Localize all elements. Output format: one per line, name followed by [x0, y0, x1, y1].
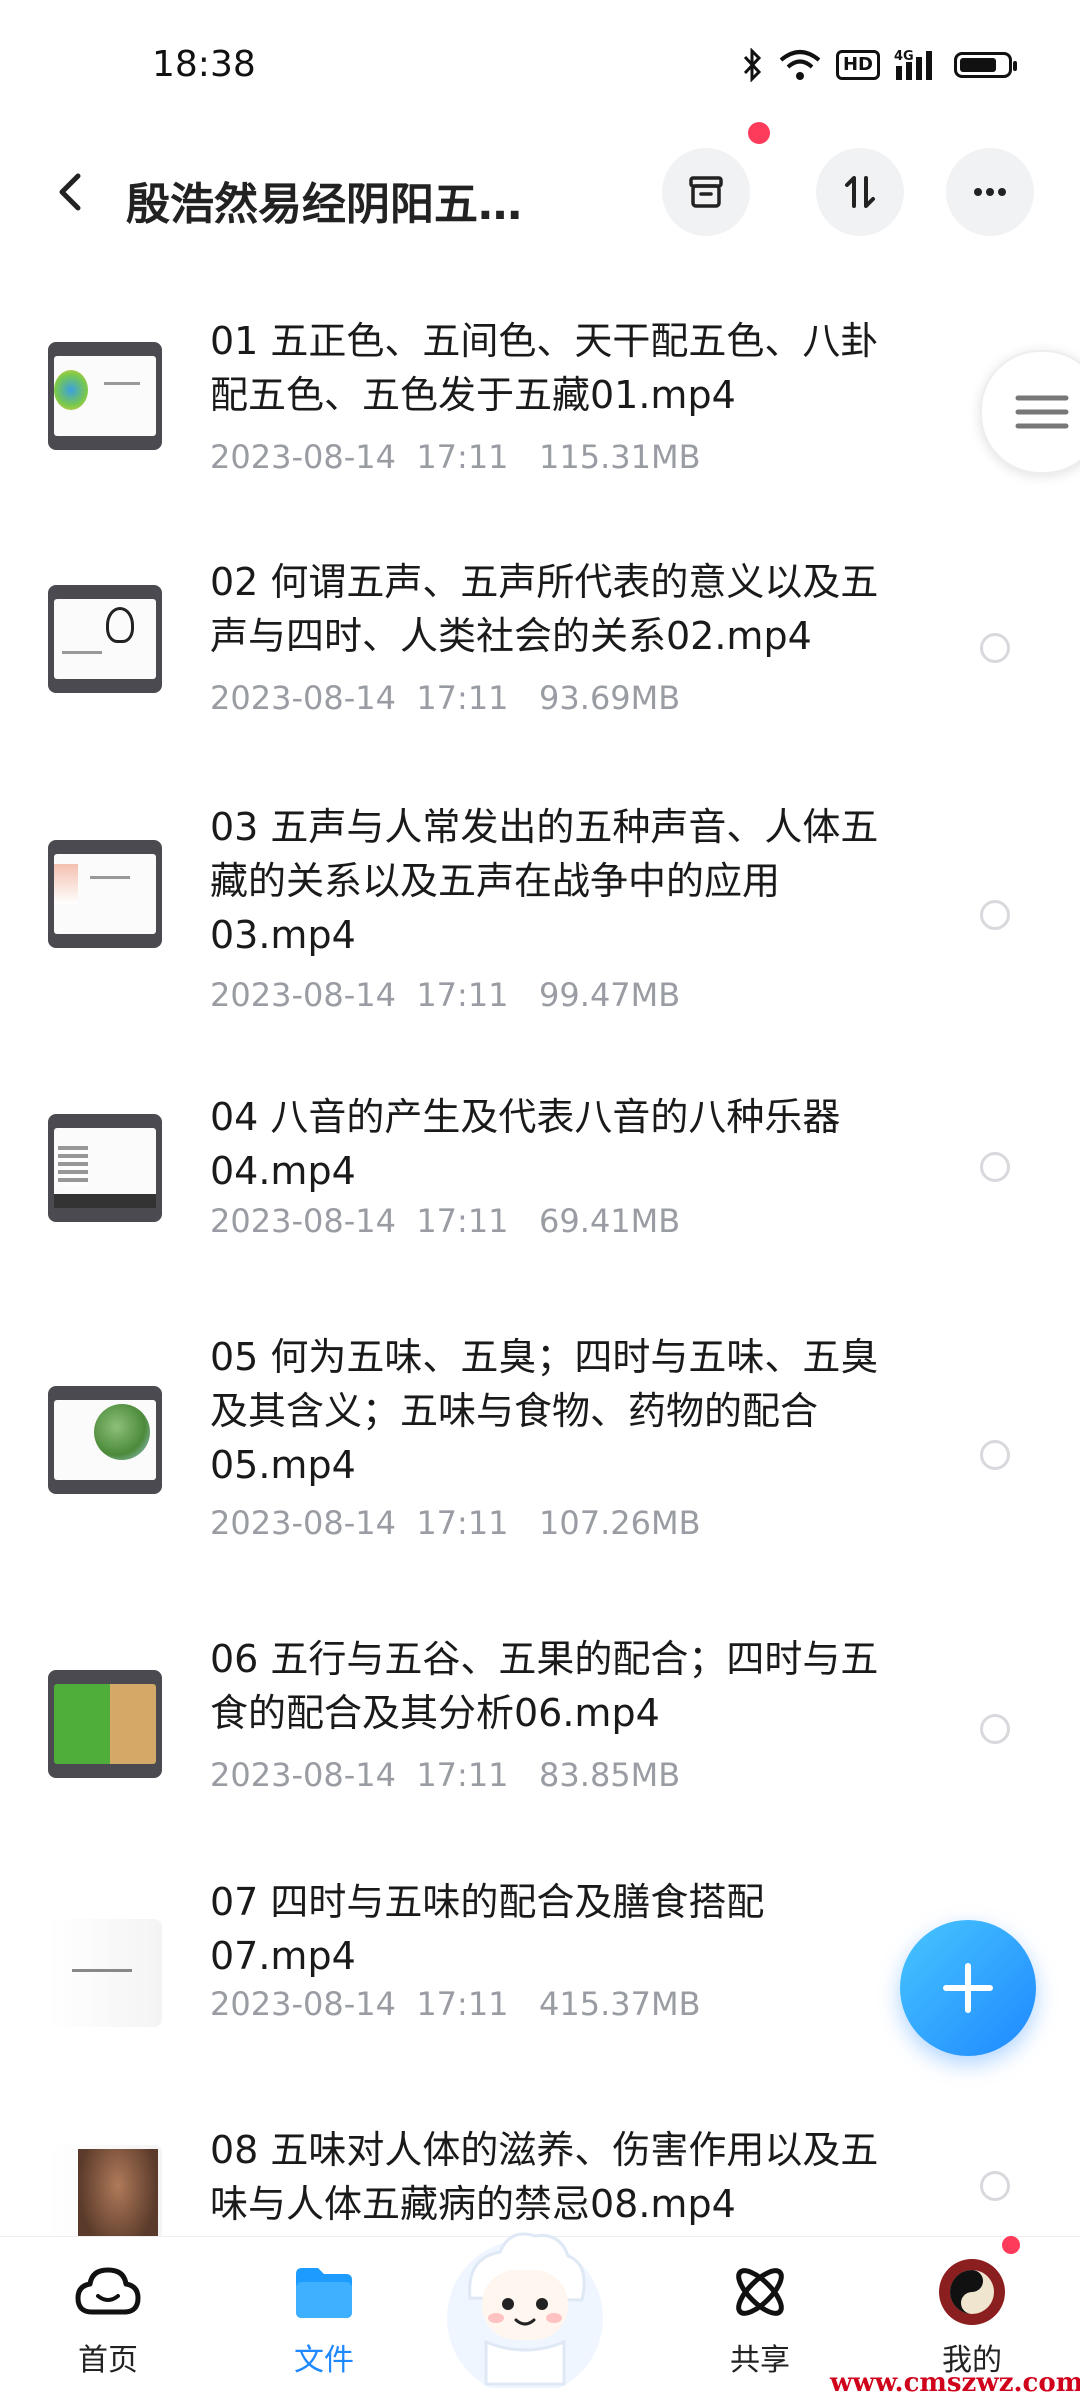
nav-share[interactable]: 共享 [680, 2257, 840, 2379]
nav-me[interactable]: 我的 [892, 2257, 1052, 2379]
archive-button[interactable] [662, 148, 750, 236]
nav-files[interactable]: 文件 [244, 2257, 404, 2379]
video-thumbnail [48, 1114, 162, 1222]
wifi-icon [778, 48, 822, 82]
file-row[interactable]: 03 五声与人常发出的五种声音、人体五藏的关系以及五声在战争中的应用03.mp4… [0, 780, 1080, 1078]
more-button[interactable] [946, 148, 1034, 236]
video-thumbnail [48, 1670, 162, 1778]
top-header: 殷浩然易经阴阳五… [0, 140, 1080, 270]
profile-badge [1002, 2236, 1020, 2254]
file-row[interactable]: 01 五正色、五间色、天干配五色、八卦配五色、五色发于五藏01.mp4 2023… [0, 290, 1080, 535]
hd-icon: HD [835, 50, 880, 80]
nav-home[interactable]: 首页 [28, 2257, 188, 2379]
cloud-home-icon [75, 2267, 141, 2315]
select-radio[interactable] [980, 1440, 1010, 1470]
video-thumbnail [48, 342, 162, 450]
file-meta: 2023-08-14 17:11 115.31MB [210, 438, 701, 476]
folder-icon [296, 2268, 352, 2318]
svg-text:4G: 4G [894, 49, 914, 64]
file-name: 07 四时与五味的配合及膳食搭配07.mp4 [210, 1880, 765, 1978]
nav-label: 文件 [294, 2343, 354, 2378]
video-thumbnail [48, 1919, 162, 2027]
file-row[interactable]: 04 八音的产生及代表八音的八种乐器04.mp4 2023-08-14 17:1… [0, 1078, 1080, 1318]
status-time: 18:38 [152, 44, 256, 85]
more-icon [974, 188, 1006, 196]
signal-4g-icon: 4G [894, 48, 940, 82]
archive-icon [689, 176, 723, 208]
file-meta: 2023-08-14 17:11 93.69MB [210, 679, 681, 717]
watermark-text: www.cmszwz.com [830, 2368, 1080, 2398]
nav-label: 共享 [730, 2343, 790, 2378]
video-thumbnail [48, 840, 162, 948]
select-radio[interactable] [980, 2171, 1010, 2201]
file-row[interactable]: 06 五行与五谷、五果的配合；四时与五食的配合及其分析06.mp4 2023-0… [0, 1618, 1080, 1863]
sort-icon [845, 176, 875, 208]
mascot-icon [447, 2232, 603, 2396]
status-icons: HD 4G [742, 48, 1017, 82]
file-name: 01 五正色、五间色、天干配五色、八卦配五色、五色发于五藏01.mp4 [210, 319, 879, 417]
file-name: 05 何为五味、五臭；四时与五味、五臭及其含义；五味与食物、药物的配合05.mp… [210, 1335, 879, 1487]
file-meta: 2023-08-14 17:11 107.26MB [210, 1504, 701, 1542]
file-row[interactable]: 02 何谓五声、五声所代表的意义以及五声与四时、人类社会的关系02.mp4 20… [0, 535, 1080, 780]
file-meta: 2023-08-14 17:11 99.47MB [210, 976, 681, 1014]
video-thumbnail [48, 585, 162, 693]
sort-button[interactable] [816, 148, 904, 236]
plus-icon [943, 1963, 993, 2013]
file-meta: 2023-08-14 17:11 83.85MB [210, 1756, 681, 1794]
file-name: 02 何谓五声、五声所代表的意义以及五声与四时、人类社会的关系02.mp4 [210, 560, 879, 658]
battery-icon [954, 52, 1017, 78]
share-atom-icon [736, 2268, 784, 2316]
video-thumbnail [48, 1386, 162, 1494]
nav-label: 首页 [78, 2343, 138, 2378]
file-meta: 2023-08-14 17:11 69.41MB [210, 1202, 681, 1240]
back-button[interactable] [40, 162, 100, 222]
select-radio[interactable] [980, 633, 1010, 663]
file-name: 04 八音的产生及代表八音的八种乐器04.mp4 [210, 1095, 841, 1193]
status-bar: 18:38 HD 4G [0, 0, 1080, 140]
bluetooth-icon [742, 48, 764, 82]
file-name: 03 五声与人常发出的五种声音、人体五藏的关系以及五声在战争中的应用03.mp4 [210, 805, 879, 957]
select-radio[interactable] [980, 900, 1010, 930]
select-radio[interactable] [980, 1152, 1010, 1182]
file-row[interactable]: 05 何为五味、五臭；四时与五味、五臭及其含义；五味与食物、药物的配合05.mp… [0, 1318, 1080, 1618]
page-title: 殷浩然易经阴阳五… [126, 179, 522, 230]
notification-badge [748, 122, 770, 144]
chevron-left-icon [59, 173, 81, 211]
file-meta: 2023-08-14 17:11 415.37MB [210, 1985, 701, 2023]
avatar-icon [939, 2259, 1005, 2325]
file-name: 06 五行与五谷、五果的配合；四时与五食的配合及其分析06.mp4 [210, 1637, 879, 1735]
mascot-button[interactable] [430, 2208, 620, 2396]
add-button[interactable] [900, 1920, 1036, 2056]
select-radio[interactable] [980, 1714, 1010, 1744]
